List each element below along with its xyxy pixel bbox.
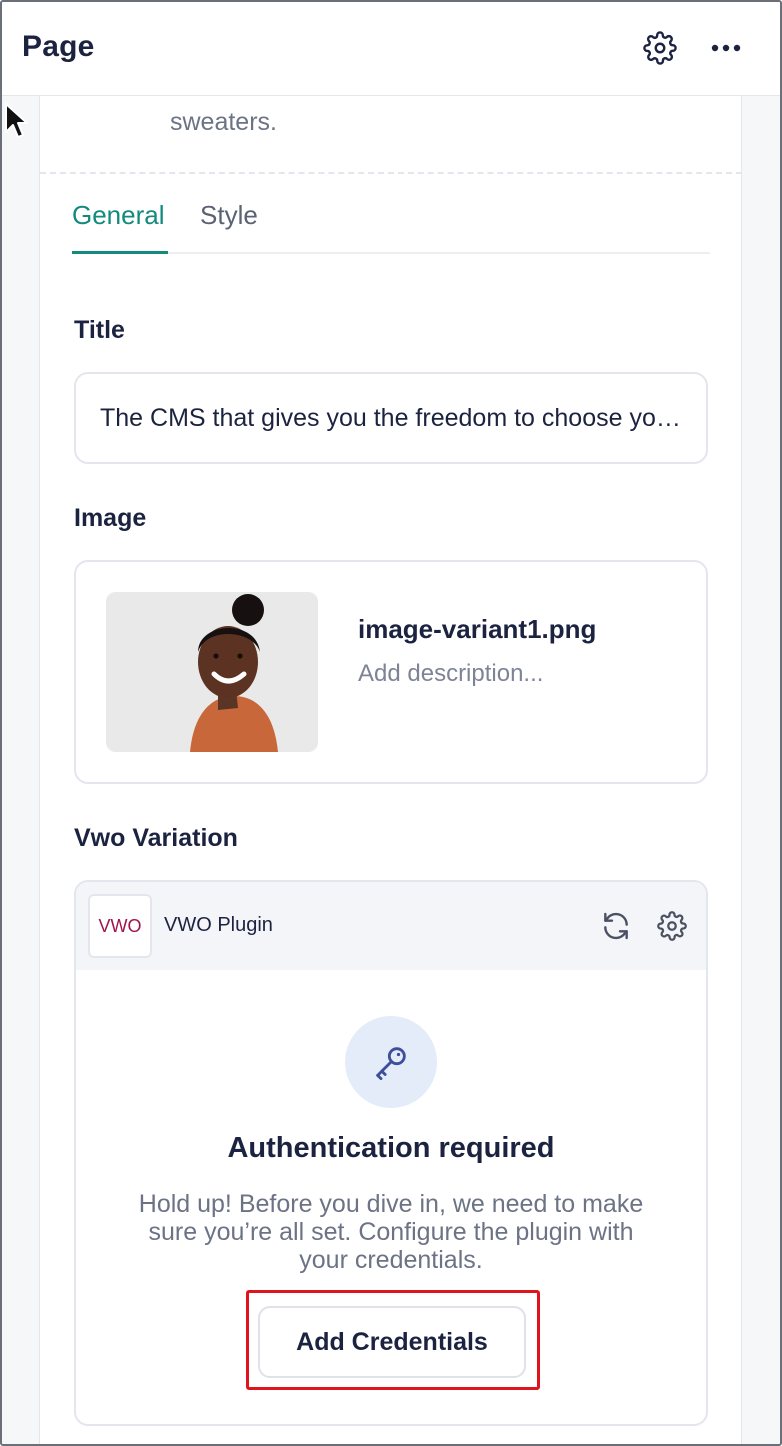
image-asset-card[interactable]: image-variant1.png Add description... xyxy=(74,560,708,784)
tab-general[interactable]: General xyxy=(72,192,168,254)
title-label: Title xyxy=(74,316,125,344)
more-options-button[interactable] xyxy=(706,30,746,66)
more-horizontal-icon xyxy=(711,44,741,52)
tab-bar: General Style xyxy=(72,192,710,254)
right-gutter xyxy=(742,96,780,1444)
auth-required-message: Hold up! Before you dive in, we need to … xyxy=(138,1190,644,1274)
image-description-field[interactable]: Add description... xyxy=(358,660,543,688)
key-badge xyxy=(345,1016,437,1108)
add-credentials-button[interactable]: Add Credentials xyxy=(258,1306,526,1378)
gear-icon xyxy=(657,911,687,941)
vwo-plugin-card: VWO VWO Plugin Authentication required H… xyxy=(74,880,708,1426)
gear-icon xyxy=(643,31,677,65)
vwo-logo-text: VWO xyxy=(99,916,142,936)
vwo-logo: VWO xyxy=(88,894,152,958)
auth-required-title: Authentication required xyxy=(227,1132,555,1164)
vwo-plugin-header: VWO VWO Plugin xyxy=(76,882,706,970)
page-header: Page xyxy=(2,2,780,96)
editor-panel: choose your own tech stack and wear brig… xyxy=(40,68,742,1444)
cursor-arrow-icon xyxy=(5,103,28,138)
title-input-value: The CMS that gives you the freedom to ch… xyxy=(100,403,682,432)
portrait-image xyxy=(106,592,318,752)
plugin-settings-button[interactable] xyxy=(654,908,690,944)
key-icon xyxy=(376,1047,406,1081)
app-window: Page choose your own tech stack and wear… xyxy=(0,0,782,1446)
left-gutter xyxy=(2,96,40,1444)
image-label: Image xyxy=(74,504,147,532)
image-file-name: image-variant1.png xyxy=(358,614,597,644)
tab-style[interactable]: Style xyxy=(200,192,258,254)
page-title: Page xyxy=(22,30,95,63)
image-thumbnail[interactable] xyxy=(106,592,318,752)
refresh-button[interactable] xyxy=(598,908,634,944)
title-input[interactable]: The CMS that gives you the freedom to ch… xyxy=(74,372,708,464)
settings-button[interactable] xyxy=(642,30,678,66)
vwo-logo-icon: VWO xyxy=(99,916,142,936)
vwo-variation-label: Vwo Variation xyxy=(74,824,238,852)
vwo-plugin-name: VWO Plugin xyxy=(164,914,273,936)
refresh-icon xyxy=(604,912,628,940)
block-divider xyxy=(40,172,742,174)
